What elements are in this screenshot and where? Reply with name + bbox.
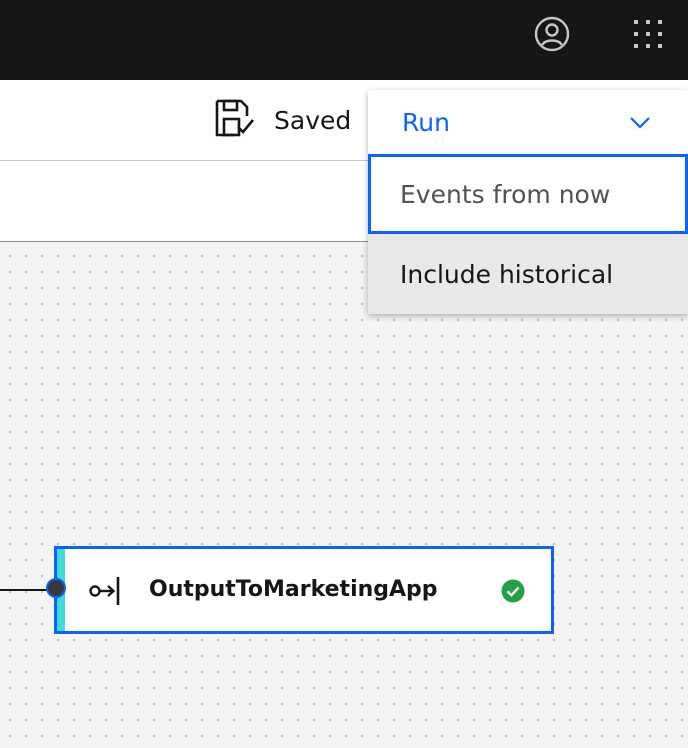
input-port[interactable] — [46, 578, 66, 598]
chevron-down-icon — [628, 112, 652, 136]
user-avatar-icon[interactable] — [532, 14, 572, 54]
run-dropdown[interactable]: Run Events from now Include historical — [368, 90, 688, 314]
save-check-icon — [214, 98, 256, 142]
run-dropdown-trigger[interactable]: Run — [368, 90, 688, 154]
output-icon — [89, 575, 125, 607]
flow-node-output[interactable]: OutputToMarketingApp — [54, 546, 554, 634]
save-status-label: Saved — [274, 105, 352, 135]
save-status: Saved — [214, 98, 352, 142]
run-label: Run — [402, 107, 450, 137]
menu-item-include-historical[interactable]: Include historical — [368, 234, 688, 314]
connection-edge — [0, 589, 50, 591]
checkmark-filled-icon — [501, 579, 525, 603]
menu-item-label: Events from now — [400, 179, 611, 209]
menu-item-events-from-now[interactable]: Events from now — [368, 154, 688, 234]
node-title: OutputToMarketingApp — [149, 577, 438, 602]
menu-item-label: Include historical — [400, 259, 614, 289]
app-switcher-icon[interactable] — [628, 14, 668, 54]
flow-canvas[interactable]: OutputToMarketingApp — [0, 242, 688, 748]
global-header — [0, 0, 688, 80]
